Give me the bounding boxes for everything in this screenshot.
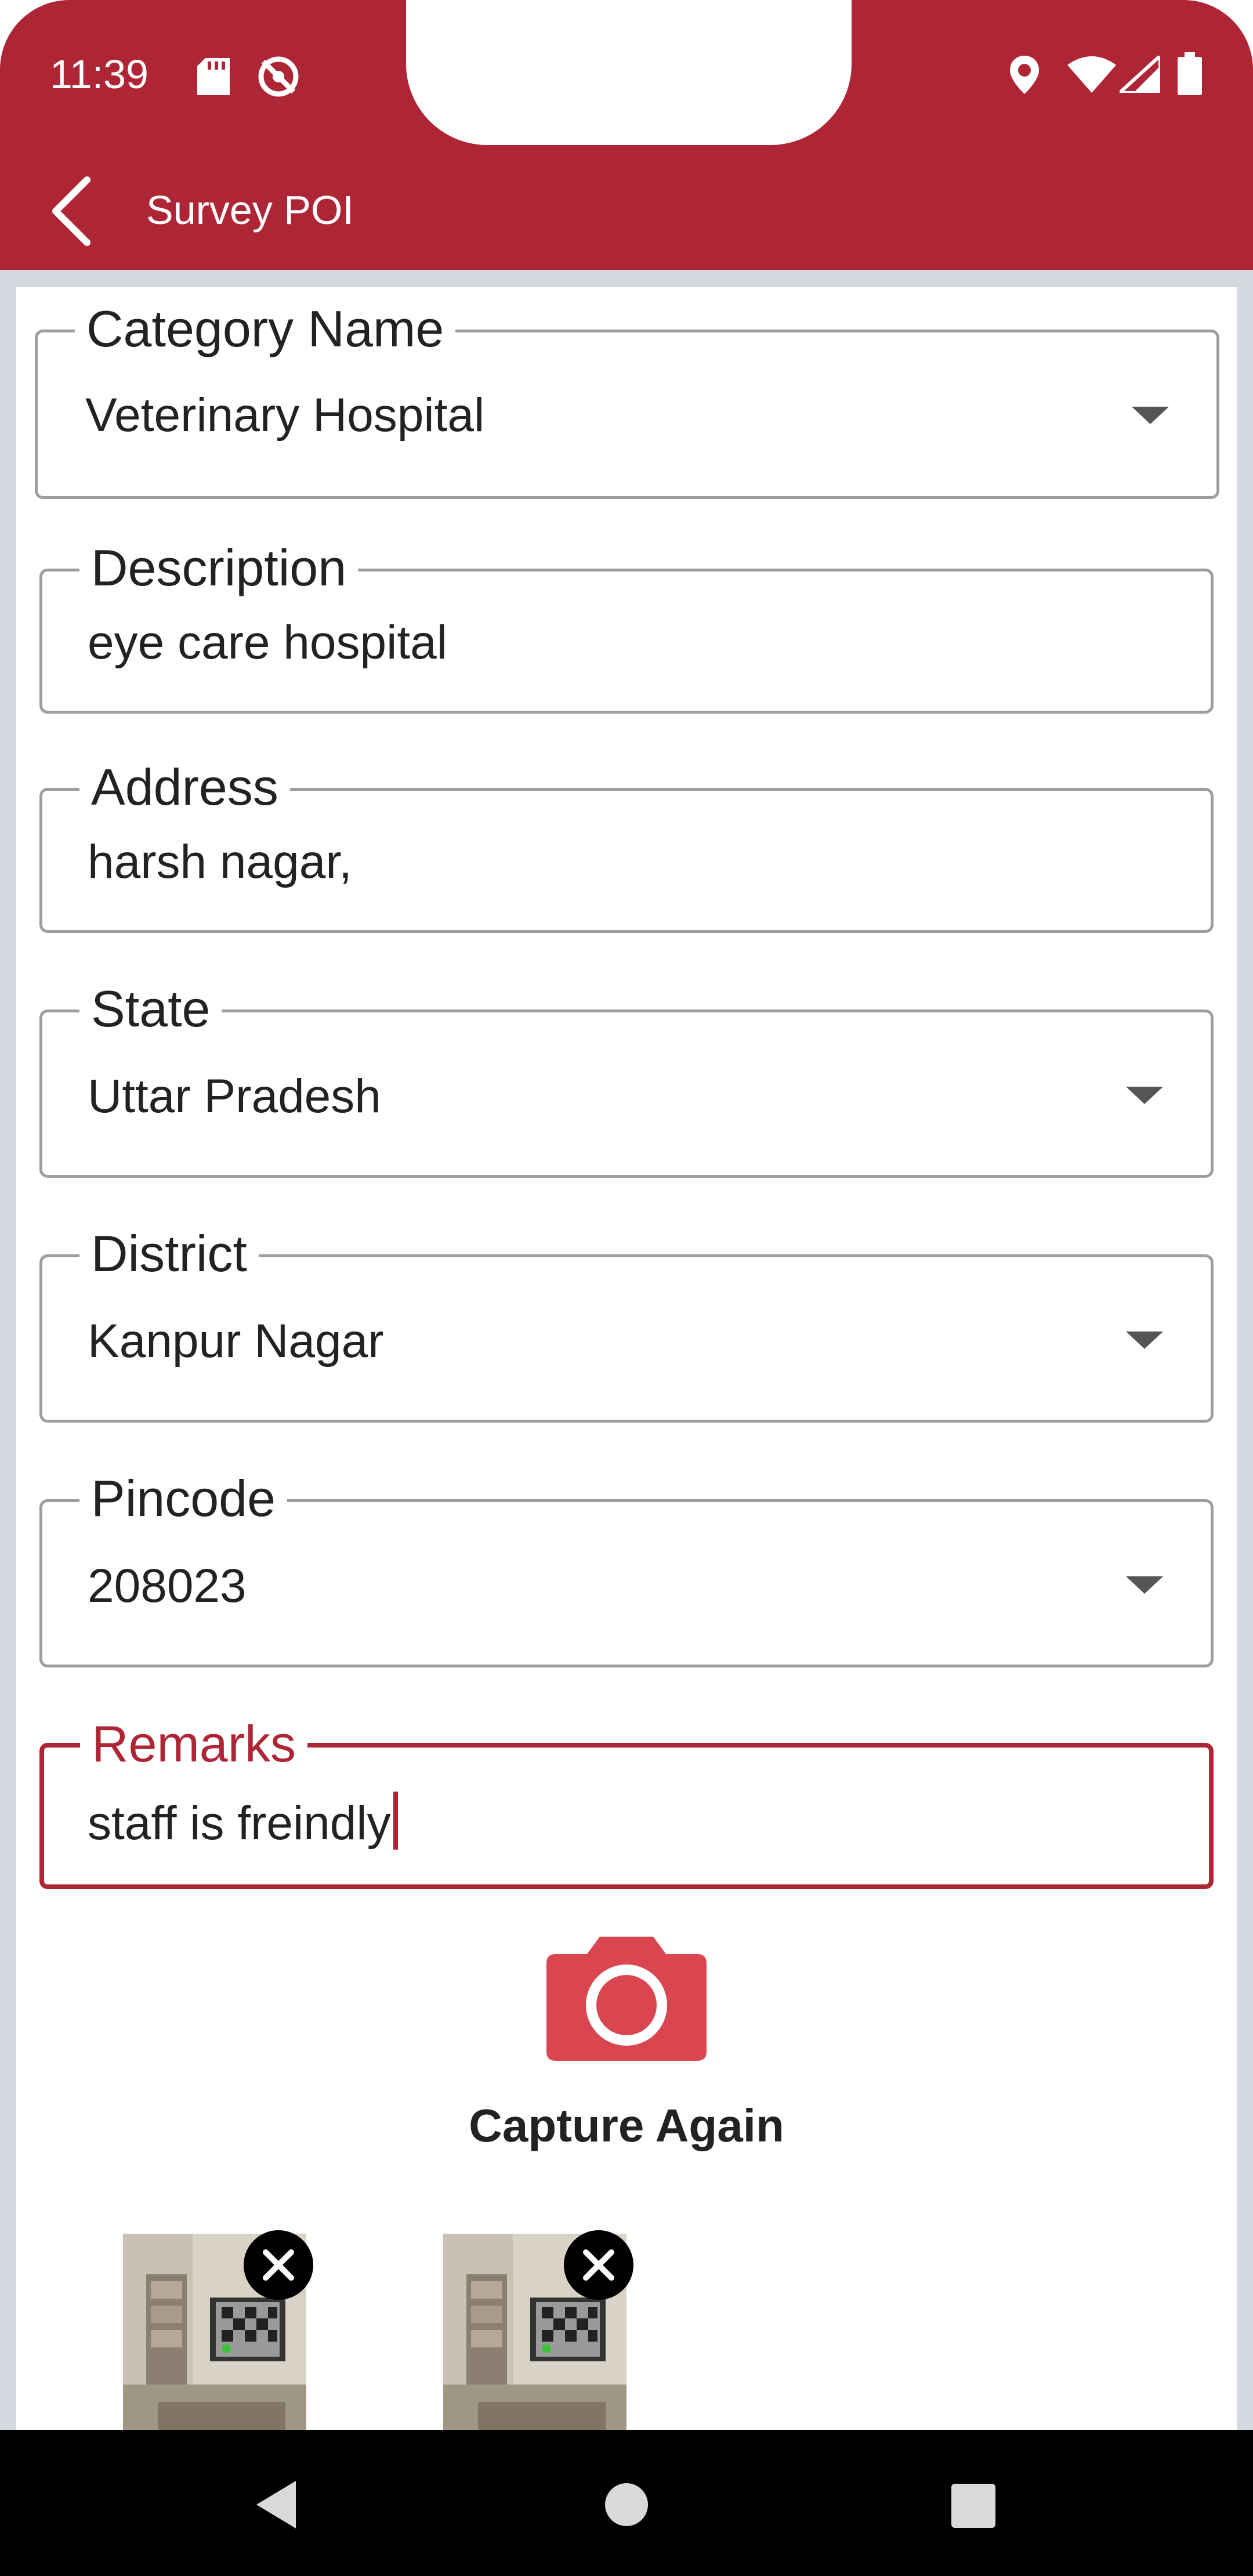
nav-home-icon[interactable] [604, 2482, 649, 2527]
dropdown-arrow-icon [1126, 1576, 1163, 1594]
wifi-icon [1067, 56, 1116, 95]
description-value: eye care hospital [88, 616, 447, 669]
pincode-label: Pincode [79, 1472, 288, 1525]
close-icon [263, 2249, 294, 2281]
description-label: Description [79, 541, 358, 595]
nav-recents-icon[interactable] [950, 2483, 997, 2529]
state-dropdown[interactable]: State Uttar Pradesh [39, 982, 1214, 1178]
remarks-label: Remarks [80, 1717, 308, 1771]
remarks-value: staff is freindly [88, 1797, 391, 1850]
camera-icon [546, 1937, 707, 2061]
cell-signal-icon [1115, 52, 1162, 95]
page-title: Survey POI [146, 187, 354, 233]
sd-card-icon [197, 58, 230, 97]
text-cursor [393, 1792, 398, 1850]
category-value: Veterinary Hospital [85, 389, 485, 442]
district-value: Kanpur Nagar [88, 1315, 384, 1367]
back-button[interactable] [46, 174, 99, 249]
dropdown-arrow-icon [1126, 1332, 1163, 1349]
pincode-value: 208023 [88, 1560, 247, 1612]
close-icon [583, 2249, 614, 2281]
address-value: harsh nagar, [88, 835, 352, 888]
camera-button[interactable] [546, 1937, 707, 2061]
description-field[interactable]: Description eye care hospital [39, 541, 1214, 714]
remove-photo-button[interactable] [244, 2230, 313, 2300]
app-header: 11:39 Survey POI [0, 0, 1253, 270]
address-label: Address [79, 761, 290, 814]
state-label: State [79, 982, 222, 1036]
category-dropdown[interactable]: Category Name Veterinary Hospital [35, 302, 1219, 499]
battery-icon [1178, 52, 1202, 97]
remarks-input-text: staff is freindly [88, 1792, 398, 1851]
address-field[interactable]: Address harsh nagar, [39, 761, 1214, 933]
display-notch [406, 0, 852, 145]
dropdown-arrow-icon [1126, 1087, 1163, 1104]
dropdown-arrow-icon [1132, 407, 1169, 424]
category-label: Category Name [75, 302, 456, 356]
status-time: 11:39 [50, 52, 149, 97]
state-value: Uttar Pradesh [88, 1070, 381, 1123]
capture-again-button[interactable]: Capture Again [0, 2099, 1253, 2152]
district-label: District [79, 1227, 259, 1280]
system-nav-bar [0, 2430, 1253, 2576]
sync-disabled-icon [255, 53, 302, 102]
district-dropdown[interactable]: District Kanpur Nagar [39, 1227, 1214, 1423]
nav-back-icon[interactable] [253, 2479, 299, 2531]
remove-photo-button[interactable] [564, 2230, 633, 2300]
location-icon [1008, 55, 1041, 97]
pincode-dropdown[interactable]: Pincode 208023 [39, 1472, 1214, 1667]
remarks-field[interactable]: Remarks staff is freindly [39, 1717, 1214, 1889]
back-arrow-icon [52, 176, 90, 246]
